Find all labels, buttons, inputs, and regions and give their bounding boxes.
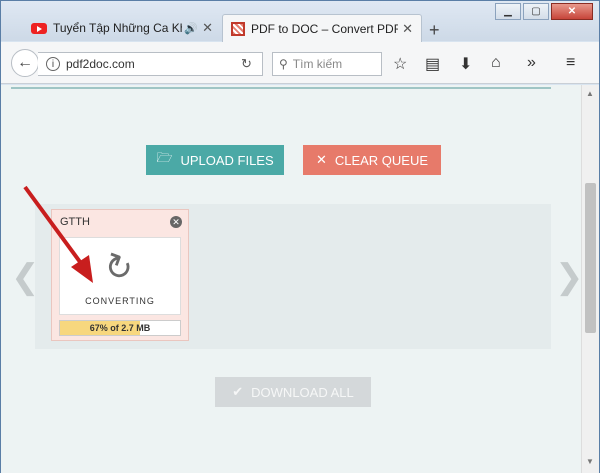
back-arrow-icon: ←: [17, 54, 33, 71]
remove-file-icon[interactable]: ✕: [170, 216, 182, 228]
close-tab-icon[interactable]: ✕: [402, 21, 413, 37]
upload-files-button[interactable]: 🗁 UPLOAD FILES: [146, 145, 284, 175]
address-bar[interactable]: i pdf2doc.com: [38, 52, 263, 76]
folder-icon: 🗁: [156, 150, 173, 165]
scroll-thumb[interactable]: [585, 183, 596, 333]
search-placeholder: Tìm kiếm: [292, 57, 343, 71]
youtube-icon: [31, 22, 47, 34]
new-tab-button[interactable]: +: [429, 20, 440, 41]
converting-spinner-icon: ↻: [98, 245, 139, 291]
file-status: CONVERTING: [85, 296, 155, 306]
tab-title: Tuyển Tập Những Ca Khúc: [53, 21, 182, 35]
back-button[interactable]: ←: [11, 49, 39, 77]
progress-text: 67% of 2.7 MB: [89, 323, 151, 333]
check-icon: ✔: [232, 384, 244, 399]
clear-label: CLEAR QUEUE: [334, 152, 429, 168]
progress-bar: 67% of 2.7 MB: [59, 320, 181, 336]
download-label: DOWNLOAD ALL: [251, 384, 354, 400]
download-icon[interactable]: ⬇: [459, 54, 472, 74]
search-icon: ⚲: [279, 57, 288, 71]
upload-label: UPLOAD FILES: [180, 152, 274, 168]
search-input[interactable]: ⚲ Tìm kiếm: [272, 52, 382, 76]
speaker-icon[interactable]: 🔊: [184, 22, 198, 35]
menu-icon[interactable]: ≡: [566, 54, 575, 72]
close-icon: ✕: [315, 152, 327, 167]
reload-icon[interactable]: ↻: [241, 56, 252, 72]
tab-pdf2doc[interactable]: PDF to DOC – Convert PDF to ✕: [222, 14, 422, 42]
pdf-icon: [231, 21, 245, 36]
header-divider: [11, 87, 551, 89]
scroll-up-icon[interactable]: ▲: [586, 89, 594, 98]
minimize-button[interactable]: ▁: [495, 3, 521, 20]
window-controls: ▁ ▢ ✕: [495, 3, 593, 20]
overflow-icon[interactable]: »: [527, 54, 536, 72]
bookmark-star-icon[interactable]: ☆: [393, 54, 407, 74]
address-text: pdf2doc.com: [66, 57, 135, 71]
file-card: GTTH ✕ ↻ CONVERTING 67% of 2.7 MB: [51, 209, 189, 341]
clear-queue-button[interactable]: ✕ CLEAR QUEUE: [303, 145, 441, 175]
reading-list-icon[interactable]: ▤: [425, 54, 440, 74]
nav-bar: ← i pdf2doc.com ↻ ⚲ Tìm kiếm ☆ ▤ ⬇ ⌂ » ≡: [1, 42, 599, 84]
prev-arrow[interactable]: ❮: [11, 257, 40, 297]
tab-title: PDF to DOC – Convert PDF to: [251, 21, 399, 36]
tab-strip: Tuyển Tập Những Ca Khúc 🔊 ✕ PDF to DOC –…: [1, 1, 599, 42]
close-window-button[interactable]: ✕: [551, 3, 593, 20]
scroll-down-icon[interactable]: ▼: [586, 457, 594, 466]
download-all-button[interactable]: ✔ DOWNLOAD ALL: [215, 377, 371, 407]
file-preview: ↻ CONVERTING: [59, 237, 181, 315]
maximize-button[interactable]: ▢: [523, 3, 549, 20]
next-arrow[interactable]: ❯: [555, 257, 584, 297]
home-icon[interactable]: ⌂: [491, 54, 501, 72]
info-icon[interactable]: i: [46, 57, 60, 71]
close-tab-icon[interactable]: ✕: [202, 20, 213, 36]
file-name: GTTH: [60, 216, 90, 228]
browser-window: Tuyển Tập Những Ca Khúc 🔊 ✕ PDF to DOC –…: [0, 0, 600, 473]
tab-youtube[interactable]: Tuyển Tập Những Ca Khúc 🔊 ✕: [23, 14, 221, 42]
